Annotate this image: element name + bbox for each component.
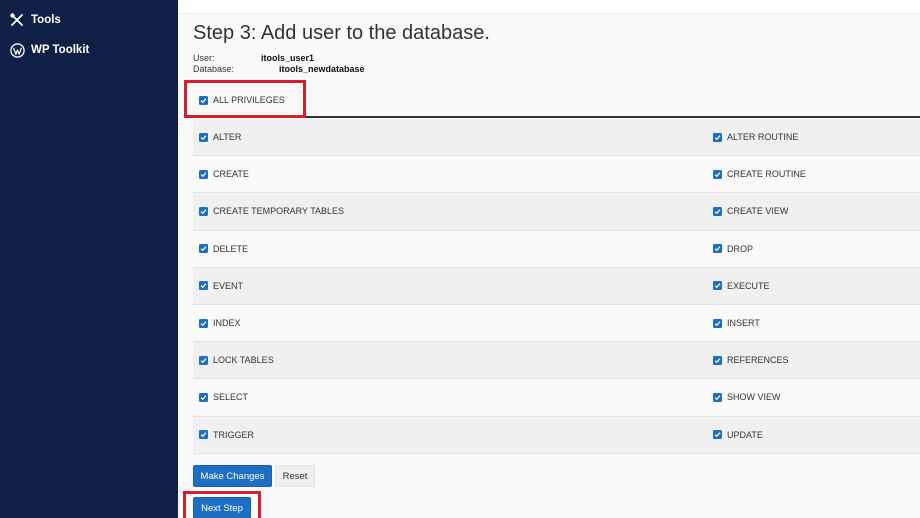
checkbox-checked-icon[interactable] — [199, 206, 208, 216]
privilege-checkbox[interactable]: REFERENCES — [713, 342, 789, 378]
privilege-label: CREATE ROUTINE — [727, 169, 806, 180]
checkbox-checked-icon[interactable] — [713, 355, 722, 365]
checkbox-checked-icon[interactable] — [199, 355, 208, 365]
privilege-label: EXECUTE — [727, 280, 770, 291]
checkbox-checked-icon[interactable] — [199, 132, 208, 142]
privilege-checkbox[interactable]: CREATE — [199, 156, 249, 192]
privilege-checkbox[interactable]: INSERT — [713, 305, 760, 341]
privilege-label: UPDATE — [727, 429, 763, 440]
privilege-label: CREATE TEMPORARY TABLES — [213, 206, 345, 217]
user-info: User: itools_user1 — [193, 53, 314, 63]
checkbox-checked-icon[interactable] — [199, 281, 208, 291]
privilege-checkbox[interactable]: CREATE ROUTINE — [713, 156, 806, 192]
database-info: Database: itools_newdatabase — [193, 64, 365, 74]
privilege-checkbox[interactable]: DROP — [713, 231, 753, 267]
privilege-row: INDEX INSERT — [193, 304, 920, 343]
privilege-label: TRIGGER — [213, 429, 255, 440]
privilege-label: CREATE VIEW — [727, 206, 789, 217]
privilege-row: DELETE DROP — [193, 230, 920, 268]
wordpress-icon — [9, 42, 25, 58]
privilege-label: ALTER ROUTINE — [727, 132, 799, 143]
privilege-row: EVENT EXECUTE — [193, 267, 920, 305]
privileges-table: ALTER ALTER ROUTINE CREATE CREATE ROUTINE CR… — [193, 119, 920, 454]
privilege-label: CREATE — [213, 169, 249, 180]
privilege-checkbox[interactable]: EVENT — [199, 268, 243, 304]
main-content: Step 3: Add user to the database. User: … — [178, 0, 920, 518]
checkbox-checked-icon[interactable] — [713, 132, 722, 142]
sidebar: Tools WP Toolkit — [0, 0, 178, 518]
privilege-label: SHOW VIEW — [727, 392, 781, 403]
user-label: User: — [193, 53, 215, 63]
checkbox-checked-icon[interactable] — [199, 169, 208, 179]
privilege-label: ALTER — [213, 132, 242, 143]
checkbox-checked-icon[interactable] — [713, 244, 722, 254]
privilege-row: CREATE CREATE ROUTINE — [193, 156, 920, 194]
privilege-label: LOCK TABLES — [213, 355, 274, 366]
privilege-checkbox[interactable]: CREATE VIEW — [713, 193, 788, 229]
checkbox-checked-icon[interactable] — [713, 281, 722, 291]
all-privileges-row: ALL PRIVILEGES — [193, 84, 920, 118]
checkbox-checked-icon[interactable] — [199, 430, 208, 440]
checkbox-checked-icon[interactable] — [713, 206, 722, 216]
sidebar-item-wp-toolkit[interactable]: WP Toolkit — [9, 42, 89, 58]
privilege-label: EVENT — [213, 280, 244, 291]
privilege-checkbox[interactable]: LOCK TABLES — [199, 342, 274, 378]
database-label: Database: — [193, 64, 235, 74]
checkbox-checked-icon[interactable] — [199, 244, 208, 254]
privilege-checkbox[interactable]: ALTER ROUTINE — [713, 119, 798, 155]
privilege-label: DROP — [727, 243, 754, 254]
privilege-checkbox[interactable]: EXECUTE — [713, 268, 770, 304]
privilege-checkbox[interactable]: TRIGGER — [199, 417, 254, 453]
privilege-label: INDEX — [213, 318, 241, 329]
privilege-row: SELECT SHOW VIEW — [193, 379, 920, 417]
privilege-checkbox[interactable]: SHOW VIEW — [713, 379, 781, 415]
sidebar-item-tools[interactable]: Tools — [9, 12, 61, 28]
privilege-label: DELETE — [213, 243, 249, 254]
make-changes-button[interactable]: Make Changes — [193, 465, 272, 487]
checkbox-checked-icon[interactable] — [713, 392, 722, 402]
database-value: itools_newdatabase — [279, 64, 365, 74]
tools-icon — [9, 12, 25, 28]
top-bar — [178, 0, 920, 14]
privilege-label: INSERT — [727, 318, 760, 329]
privilege-row: ALTER ALTER ROUTINE — [193, 119, 920, 157]
checkbox-checked-icon[interactable] — [199, 95, 208, 105]
privilege-checkbox[interactable]: CREATE TEMPORARY TABLES — [199, 193, 344, 229]
user-value: itools_user1 — [261, 53, 315, 63]
privilege-checkbox[interactable]: SELECT — [199, 379, 248, 415]
all-privileges-checkbox[interactable]: ALL PRIVILEGES — [199, 84, 285, 116]
privilege-label: REFERENCES — [727, 355, 789, 366]
sidebar-item-label: WP Toolkit — [31, 44, 90, 56]
checkbox-checked-icon[interactable] — [199, 392, 208, 402]
privilege-checkbox[interactable]: UPDATE — [713, 417, 763, 453]
privilege-row: CREATE TEMPORARY TABLES CREATE VIEW — [193, 193, 920, 231]
privilege-row: LOCK TABLES REFERENCES — [193, 342, 920, 380]
sidebar-item-label: Tools — [31, 14, 61, 26]
checkbox-checked-icon[interactable] — [713, 169, 722, 179]
checkbox-checked-icon[interactable] — [199, 318, 208, 328]
privilege-label: SELECT — [213, 392, 249, 403]
privilege-checkbox[interactable]: INDEX — [199, 305, 241, 341]
checkbox-checked-icon[interactable] — [713, 430, 722, 440]
all-privileges-label: ALL PRIVILEGES — [213, 95, 285, 105]
reset-button[interactable]: Reset — [275, 465, 315, 487]
next-step-button[interactable]: Next Step — [193, 497, 251, 518]
privilege-checkbox[interactable]: ALTER — [199, 119, 241, 155]
page-title: Step 3: Add user to the database. — [193, 22, 490, 44]
checkbox-checked-icon[interactable] — [713, 318, 722, 328]
privilege-checkbox[interactable]: DELETE — [199, 231, 248, 267]
privilege-row: TRIGGER UPDATE — [193, 416, 920, 454]
